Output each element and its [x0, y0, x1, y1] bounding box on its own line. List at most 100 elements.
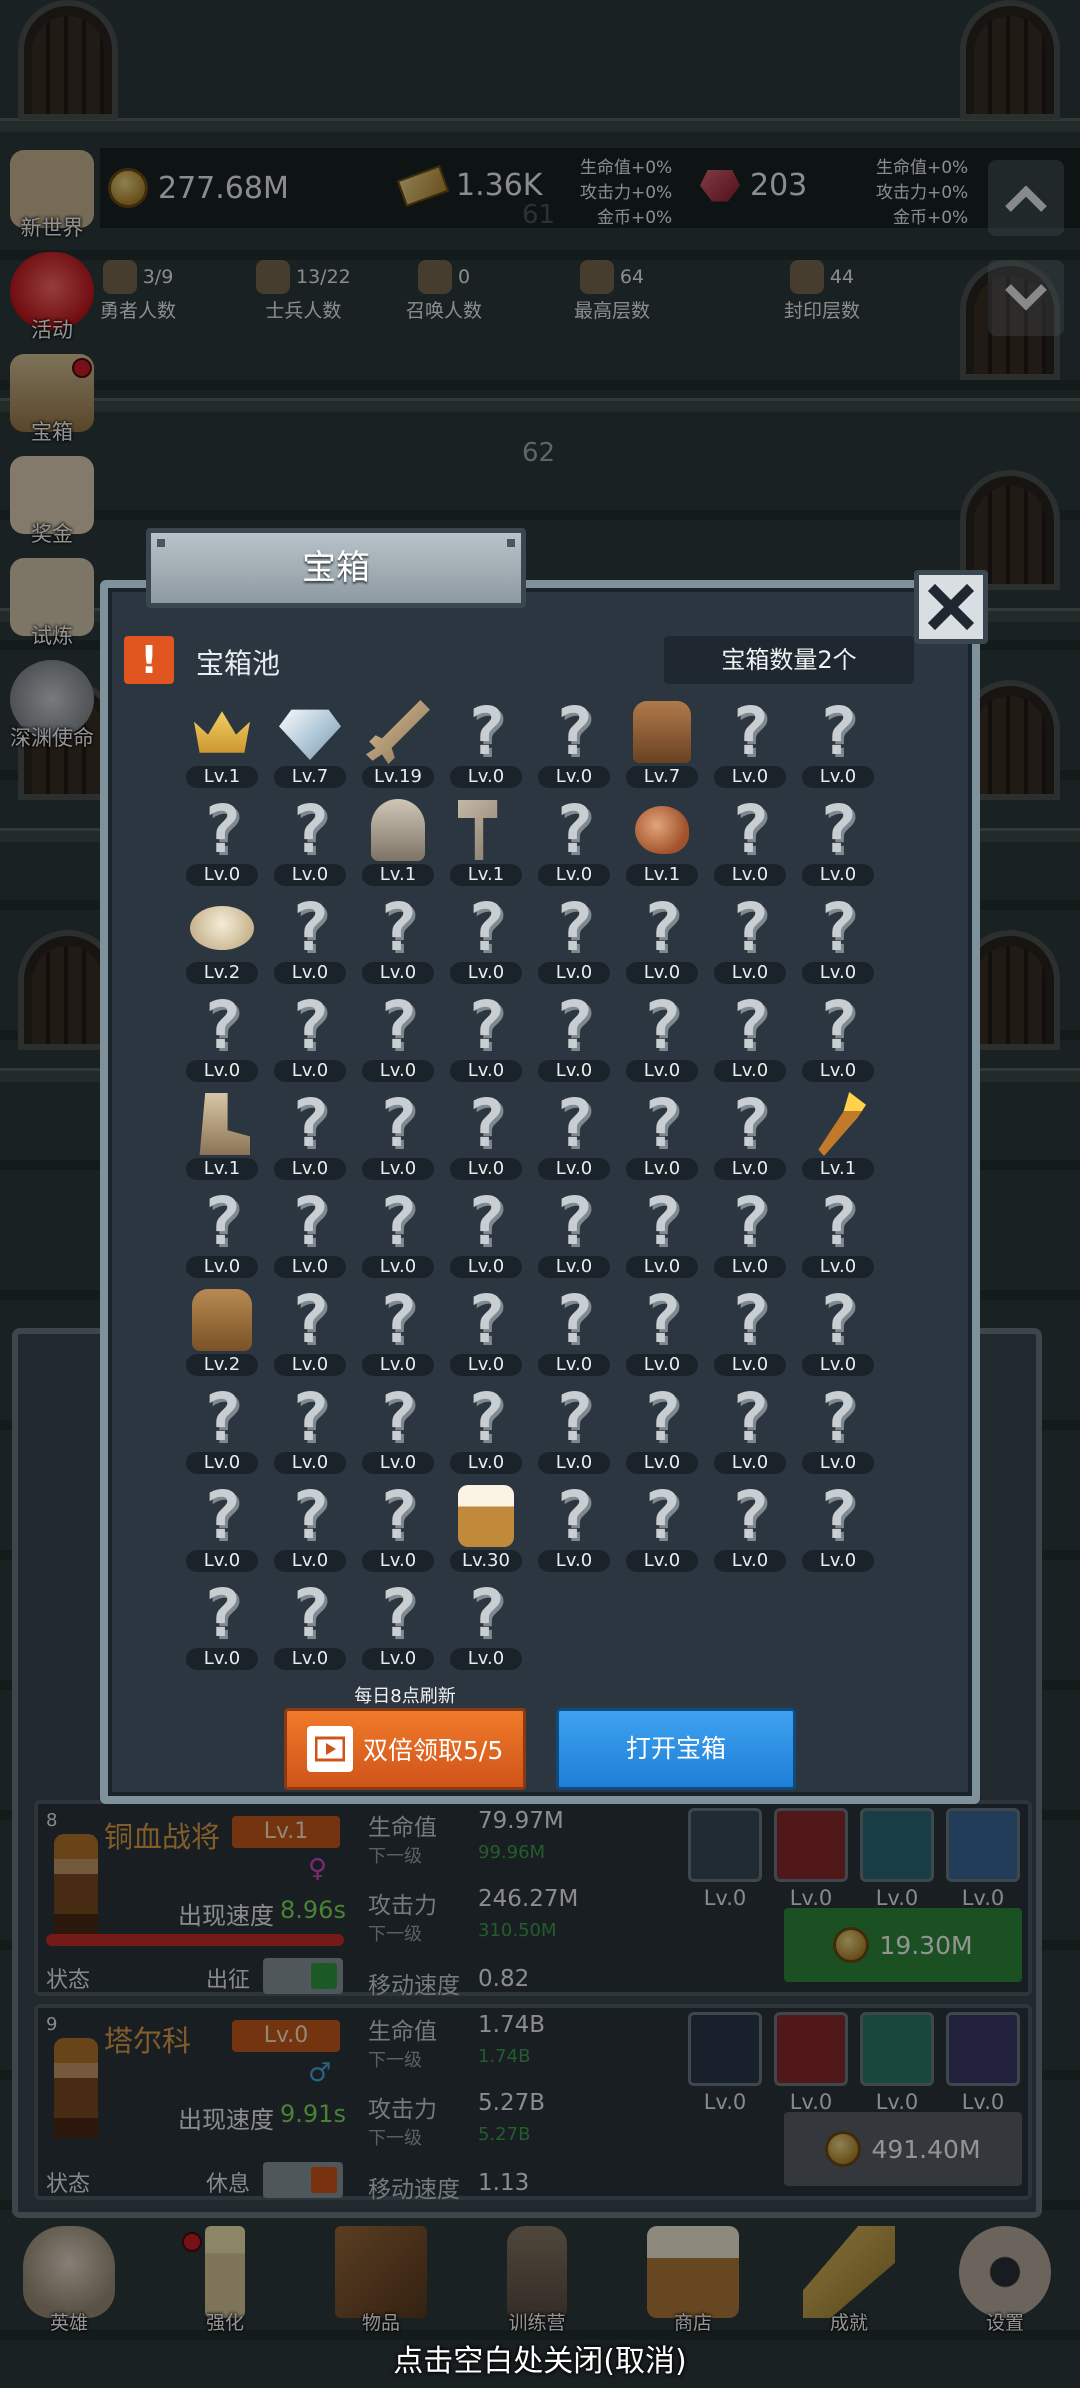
item-level: Lv.0: [714, 1256, 786, 1278]
chest-item-slot[interactable]: ? Lv.0: [446, 1091, 526, 1182]
chest-item-slot[interactable]: ? Lv.0: [358, 1483, 438, 1574]
chest-item-slot[interactable]: ? Lv.0: [534, 797, 614, 888]
chest-item-slot[interactable]: Lv.30: [446, 1484, 526, 1574]
item-level: Lv.0: [714, 1158, 786, 1180]
chest-item-slot[interactable]: ? Lv.0: [270, 797, 350, 888]
chest-item-slot[interactable]: ? Lv.0: [710, 1085, 790, 1182]
chest-item-slot[interactable]: ? Lv.0: [446, 1385, 526, 1476]
chest-item-slot[interactable]: ? Lv.0: [798, 1189, 878, 1280]
chest-item-slot[interactable]: ? Lv.0: [710, 699, 790, 790]
chest-item-slot[interactable]: ? Lv.0: [710, 1483, 790, 1574]
chest-item-slot[interactable]: ? Lv.0: [182, 1581, 262, 1672]
chest-item-slot[interactable]: ? Lv.0: [358, 1385, 438, 1476]
chest-item-slot[interactable]: ? Lv.0: [182, 1385, 262, 1476]
chest-item-slot[interactable]: ? Lv.0: [622, 1091, 702, 1182]
chest-item-slot[interactable]: Lv.1: [358, 798, 438, 888]
chest-item-slot[interactable]: ? Lv.0: [534, 1091, 614, 1182]
item-level: Lv.0: [538, 962, 610, 984]
item-level: Lv.0: [802, 1060, 874, 1082]
chest-item-slot[interactable]: ? Lv.0: [710, 1385, 790, 1476]
chest-item-slot[interactable]: ? Lv.0: [710, 1189, 790, 1280]
chest-item-slot[interactable]: ? Lv.0: [182, 797, 262, 888]
unknown-icon: ?: [466, 1575, 506, 1652]
chest-item-slot[interactable]: Lv.19: [358, 700, 438, 790]
chest-item-slot[interactable]: ? Lv.0: [358, 1581, 438, 1672]
chest-item-slot[interactable]: ? Lv.0: [270, 895, 350, 986]
chest-item-slot[interactable]: ? Lv.0: [534, 895, 614, 986]
chest-item-slot[interactable]: ? Lv.0: [446, 1287, 526, 1378]
chest-item-slot[interactable]: ? Lv.0: [798, 1385, 878, 1476]
chest-item-slot[interactable]: ? Lv.0: [622, 993, 702, 1084]
chest-item-slot[interactable]: ? Lv.0: [534, 1483, 614, 1574]
chest-item-slot[interactable]: Lv.1: [622, 798, 702, 888]
chest-item-slot[interactable]: ? Lv.0: [270, 1483, 350, 1574]
chest-item-slot[interactable]: ? Lv.0: [534, 1189, 614, 1280]
chest-item-slot[interactable]: ? Lv.0: [446, 1189, 526, 1280]
chest-item-slot[interactable]: ? Lv.0: [270, 987, 350, 1084]
chest-item-slot[interactable]: Lv.2: [182, 1288, 262, 1378]
chest-item-slot[interactable]: ? Lv.0: [270, 1581, 350, 1672]
chest-item-slot[interactable]: ? Lv.0: [446, 895, 526, 986]
chest-item-slot[interactable]: ? Lv.0: [358, 993, 438, 1084]
chest-item-slot[interactable]: ? Lv.0: [446, 699, 526, 790]
chest-item-slot[interactable]: ? Lv.0: [534, 1287, 614, 1378]
chest-item-slot[interactable]: Lv.7: [270, 700, 350, 790]
close-hint[interactable]: 点击空白处关闭(取消): [0, 2336, 1080, 2380]
chest-item-slot[interactable]: ? Lv.0: [798, 797, 878, 888]
chest-item-slot[interactable]: ? Lv.0: [622, 1189, 702, 1280]
item-level: Lv.0: [274, 1550, 346, 1572]
alert-icon[interactable]: !: [124, 636, 174, 684]
unknown-icon: ?: [730, 1085, 770, 1162]
chest-item-slot[interactable]: Lv.1: [182, 1092, 262, 1182]
chest-item-slot[interactable]: Lv.2: [182, 896, 262, 986]
chest-item-slot[interactable]: ? Lv.0: [358, 1287, 438, 1378]
chest-item-slot[interactable]: Lv.1: [446, 798, 526, 888]
double-claim-button[interactable]: 双倍领取5/5: [284, 1708, 526, 1790]
chest-item-slot[interactable]: ? Lv.0: [798, 895, 878, 986]
open-chest-button[interactable]: 打开宝箱: [556, 1708, 796, 1790]
unknown-icon: ?: [290, 1085, 330, 1162]
chest-item-slot[interactable]: Lv.1: [182, 700, 262, 790]
chest-item-slot[interactable]: ? Lv.0: [798, 1483, 878, 1574]
chest-item-slot[interactable]: ? Lv.0: [358, 1189, 438, 1280]
chest-item-slot[interactable]: ? Lv.0: [358, 895, 438, 986]
chest-item-slot[interactable]: ? Lv.0: [270, 1287, 350, 1378]
chest-item-slot[interactable]: ? Lv.0: [446, 1575, 526, 1672]
unknown-icon: ?: [554, 987, 594, 1064]
chest-item-slot[interactable]: ? Lv.0: [798, 993, 878, 1084]
chest-item-slot[interactable]: ? Lv.0: [622, 1385, 702, 1476]
item-level: Lv.0: [538, 766, 610, 788]
chest-item-slot[interactable]: ? Lv.0: [534, 699, 614, 790]
item-level: Lv.0: [626, 962, 698, 984]
chest-item-slot[interactable]: ? Lv.0: [622, 1483, 702, 1574]
chest-item-slot[interactable]: ? Lv.0: [446, 993, 526, 1084]
chest-item-slot[interactable]: ? Lv.0: [270, 1385, 350, 1476]
item-level: Lv.0: [802, 864, 874, 886]
item-level: Lv.0: [362, 1648, 434, 1670]
chest-item-slot[interactable]: ? Lv.0: [798, 699, 878, 790]
close-button[interactable]: [914, 570, 988, 644]
chest-item-slot[interactable]: ? Lv.0: [182, 993, 262, 1084]
chest-item-slot[interactable]: ? Lv.0: [710, 1287, 790, 1378]
chest-item-slot[interactable]: ? Lv.0: [710, 791, 790, 888]
chest-item-slot[interactable]: ? Lv.0: [710, 895, 790, 986]
chest-item-slot[interactable]: ? Lv.0: [270, 1085, 350, 1182]
chest-item-slot[interactable]: ? Lv.0: [182, 1189, 262, 1280]
item-level: Lv.0: [450, 1452, 522, 1474]
chest-item-slot[interactable]: ? Lv.0: [798, 1287, 878, 1378]
chest-item-slot[interactable]: Lv.1: [798, 1092, 878, 1182]
chest-item-slot[interactable]: ? Lv.0: [622, 1287, 702, 1378]
chest-item-slot[interactable]: Lv.7: [622, 700, 702, 790]
video-play-icon: [307, 1726, 353, 1772]
chest-item-slot[interactable]: ? Lv.0: [182, 1483, 262, 1574]
chest-item-slot[interactable]: ? Lv.0: [710, 993, 790, 1084]
chest-item-slot[interactable]: ? Lv.0: [358, 1091, 438, 1182]
chest-item-slot[interactable]: ? Lv.0: [534, 1385, 614, 1476]
unknown-icon: ?: [290, 987, 330, 1064]
chest-item-slot[interactable]: ? Lv.0: [270, 1183, 350, 1280]
unknown-icon: ?: [290, 1183, 330, 1260]
unknown-icon: ?: [730, 791, 770, 868]
chest-item-slot[interactable]: ? Lv.0: [534, 987, 614, 1084]
chest-item-slot[interactable]: ? Lv.0: [622, 895, 702, 986]
item-level: Lv.0: [362, 1452, 434, 1474]
